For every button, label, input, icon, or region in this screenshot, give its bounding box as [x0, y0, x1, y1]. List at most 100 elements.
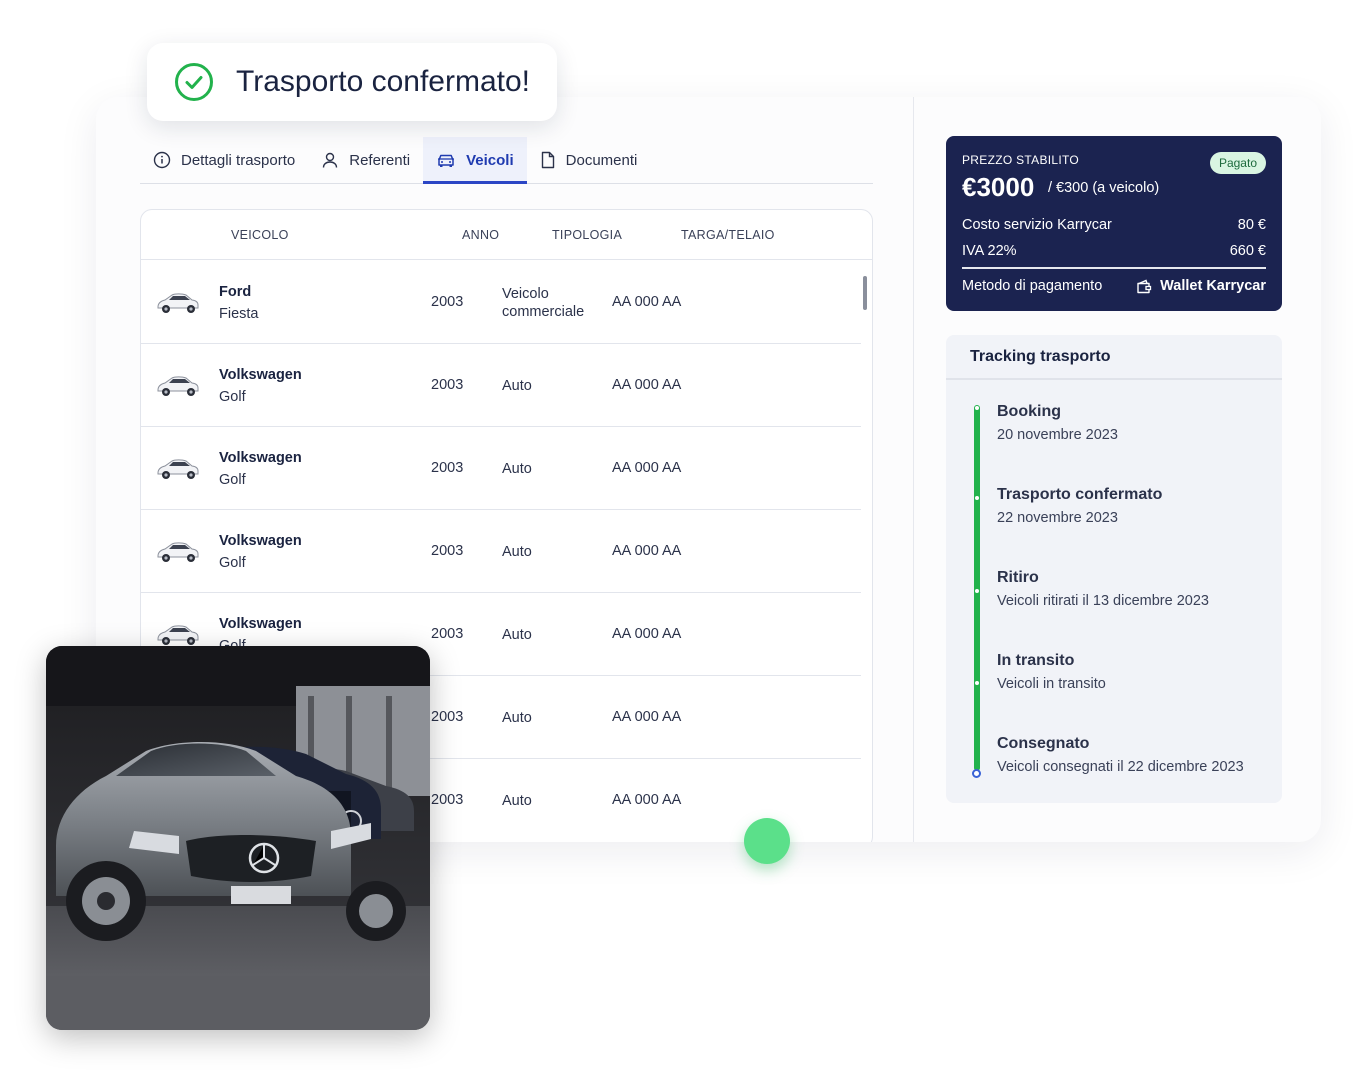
car-thumbnail-icon [157, 376, 199, 396]
car-thumbnail-icon [157, 542, 199, 562]
vehicle-model: Golf [219, 389, 246, 405]
vehicle-brand: Volkswagen [219, 533, 302, 549]
step-detail: Veicoli ritirati il 13 dicembre 2023 [997, 593, 1209, 609]
vat-label: IVA 22% [962, 243, 1017, 259]
tracking-step-transit: In transito Veicoli in transito [997, 652, 1106, 692]
decorative-dot [744, 818, 790, 864]
table-row[interactable]: Volkswagen Golf 2003 Auto AA 000 AA [141, 509, 861, 593]
vehicle-year: 2003 [431, 460, 464, 476]
step-title: Ritiro [997, 569, 1039, 586]
price-label: PREZZO STABILITO [962, 153, 1080, 167]
tracking-dot [975, 681, 979, 685]
price-card: PREZZO STABILITO Pagato €3000 / €300 (a … [946, 136, 1282, 311]
vehicle-plate: AA 000 AA [612, 792, 682, 808]
tracking-end-dot [972, 769, 981, 778]
vehicle-plate: AA 000 AA [612, 460, 682, 476]
vehicle-type: Auto [502, 793, 532, 809]
column-header-plate: TARGA/TELAIO [681, 228, 775, 242]
tracking-step-delivered: Consegnato Veicoli consegnati il 22 dice… [997, 735, 1244, 775]
payment-method-row: Metodo di pagamento Wallet Karrycar [962, 278, 1266, 294]
step-title: In transito [997, 652, 1075, 669]
car-thumbnail-icon [157, 459, 199, 479]
vehicle-brand: Ford [219, 284, 252, 300]
tracking-step-pickup: Ritiro Veicoli ritirati il 13 dicembre 2… [997, 569, 1209, 609]
payment-method-value: Wallet Karrycar [1136, 278, 1266, 294]
summary-pane: PREZZO STABILITO Pagato €3000 / €300 (a … [913, 97, 1321, 842]
vehicle-plate: AA 000 AA [612, 543, 682, 559]
wallet-icon [1137, 279, 1152, 293]
vehicle-plate: AA 000 AA [612, 709, 682, 725]
table-row[interactable]: Volkswagen Golf 2003 Auto AA 000 AA [141, 426, 861, 510]
vehicle-type: Auto [502, 710, 532, 726]
tab-documenti[interactable]: Documenti [527, 137, 651, 183]
vehicle-year: 2003 [431, 792, 464, 808]
vehicle-year: 2003 [431, 626, 464, 642]
tab-veicoli[interactable]: Veicoli [423, 137, 527, 184]
vehicle-year: 2003 [431, 709, 464, 725]
step-detail: Veicoli consegnati il 22 dicembre 2023 [997, 759, 1244, 775]
tab-label: Documenti [565, 151, 638, 169]
vehicle-brand: Volkswagen [219, 450, 302, 466]
service-cost-row: Costo servizio Karrycar 80 € [962, 217, 1266, 233]
column-header-year: ANNO [462, 228, 500, 242]
vehicle-year: 2003 [431, 543, 464, 559]
vehicle-type: Auto [502, 461, 532, 477]
vehicle-model: Fiesta [219, 306, 259, 322]
price-total: €3000 [962, 172, 1035, 202]
info-icon [153, 151, 171, 169]
vehicle-type: Veicolo commerciale [502, 286, 585, 320]
document-icon [541, 151, 554, 169]
tab-referenti[interactable]: Referenti [308, 137, 423, 183]
step-title: Booking [997, 403, 1061, 420]
tracking-progress-line [974, 405, 980, 771]
user-icon [323, 152, 338, 168]
payment-method-label: Metodo di pagamento [962, 278, 1103, 294]
step-detail: 20 novembre 2023 [997, 427, 1118, 443]
vehicle-plate: AA 000 AA [612, 294, 682, 310]
payment-method-name: Wallet Karrycar [1160, 278, 1266, 294]
car-thumbnail-icon [157, 293, 199, 313]
tracking-dot [975, 589, 979, 593]
car-thumbnail-icon [157, 625, 199, 645]
table-row[interactable]: Ford Fiesta 2003 Veicolo commerciale AA … [141, 260, 861, 344]
confirmation-toast: Trasporto confermato! [147, 43, 557, 121]
table-header: VEICOLO ANNO TIPOLOGIA TARGA/TELAIO [141, 210, 872, 260]
column-header-type: TIPOLOGIA [552, 228, 623, 242]
tab-label: Dettagli trasporto [181, 151, 296, 169]
vehicle-plate: AA 000 AA [612, 626, 682, 642]
tracking-dot [975, 496, 979, 500]
toast-message: Trasporto confermato! [236, 65, 531, 98]
step-detail: 22 novembre 2023 [997, 510, 1118, 526]
car-icon [438, 154, 455, 167]
vehicle-brand: Volkswagen [219, 616, 302, 632]
stage: Dettagli trasporto Referenti Veicoli Doc… [0, 0, 1366, 1088]
vehicle-year: 2003 [431, 294, 464, 310]
price-per-vehicle: / €300 (a veicolo) [1048, 180, 1160, 196]
step-title: Consegnato [997, 735, 1090, 752]
tab-label: Referenti [349, 151, 411, 169]
tab-label: Veicoli [466, 151, 514, 169]
vehicle-year: 2003 [431, 377, 464, 393]
vat-value: 660 € [1229, 243, 1266, 259]
check-circle-icon [175, 63, 213, 101]
tracking-step-booking: Booking 20 novembre 2023 [997, 403, 1118, 443]
tracking-step-confirmed: Trasporto confermato 22 novembre 2023 [997, 486, 1162, 526]
tab-bar: Dettagli trasporto Referenti Veicoli Doc… [140, 137, 873, 184]
tab-dettagli-trasporto[interactable]: Dettagli trasporto [140, 137, 308, 183]
tracking-title: Tracking trasporto [946, 335, 1282, 380]
step-detail: Veicoli in transito [997, 676, 1106, 692]
vehicle-model: Golf [219, 472, 246, 488]
service-cost-label: Costo servizio Karrycar [962, 217, 1112, 233]
vehicle-plate: AA 000 AA [612, 377, 682, 393]
table-scrollbar[interactable] [863, 276, 867, 310]
vehicle-type: Auto [502, 627, 532, 643]
vehicle-type: Auto [502, 544, 532, 560]
table-row[interactable]: Volkswagen Golf 2003 Auto AA 000 AA [141, 343, 861, 427]
vat-row: IVA 22% 660 € [962, 243, 1266, 259]
service-cost-value: 80 € [1237, 217, 1266, 233]
tracking-panel: Tracking trasporto Booking 20 novembre 2… [946, 335, 1282, 803]
vehicle-type: Auto [502, 378, 532, 394]
column-header-vehicle: VEICOLO [231, 228, 289, 242]
showroom-car-photo [46, 646, 430, 1030]
price-divider [962, 267, 1266, 269]
